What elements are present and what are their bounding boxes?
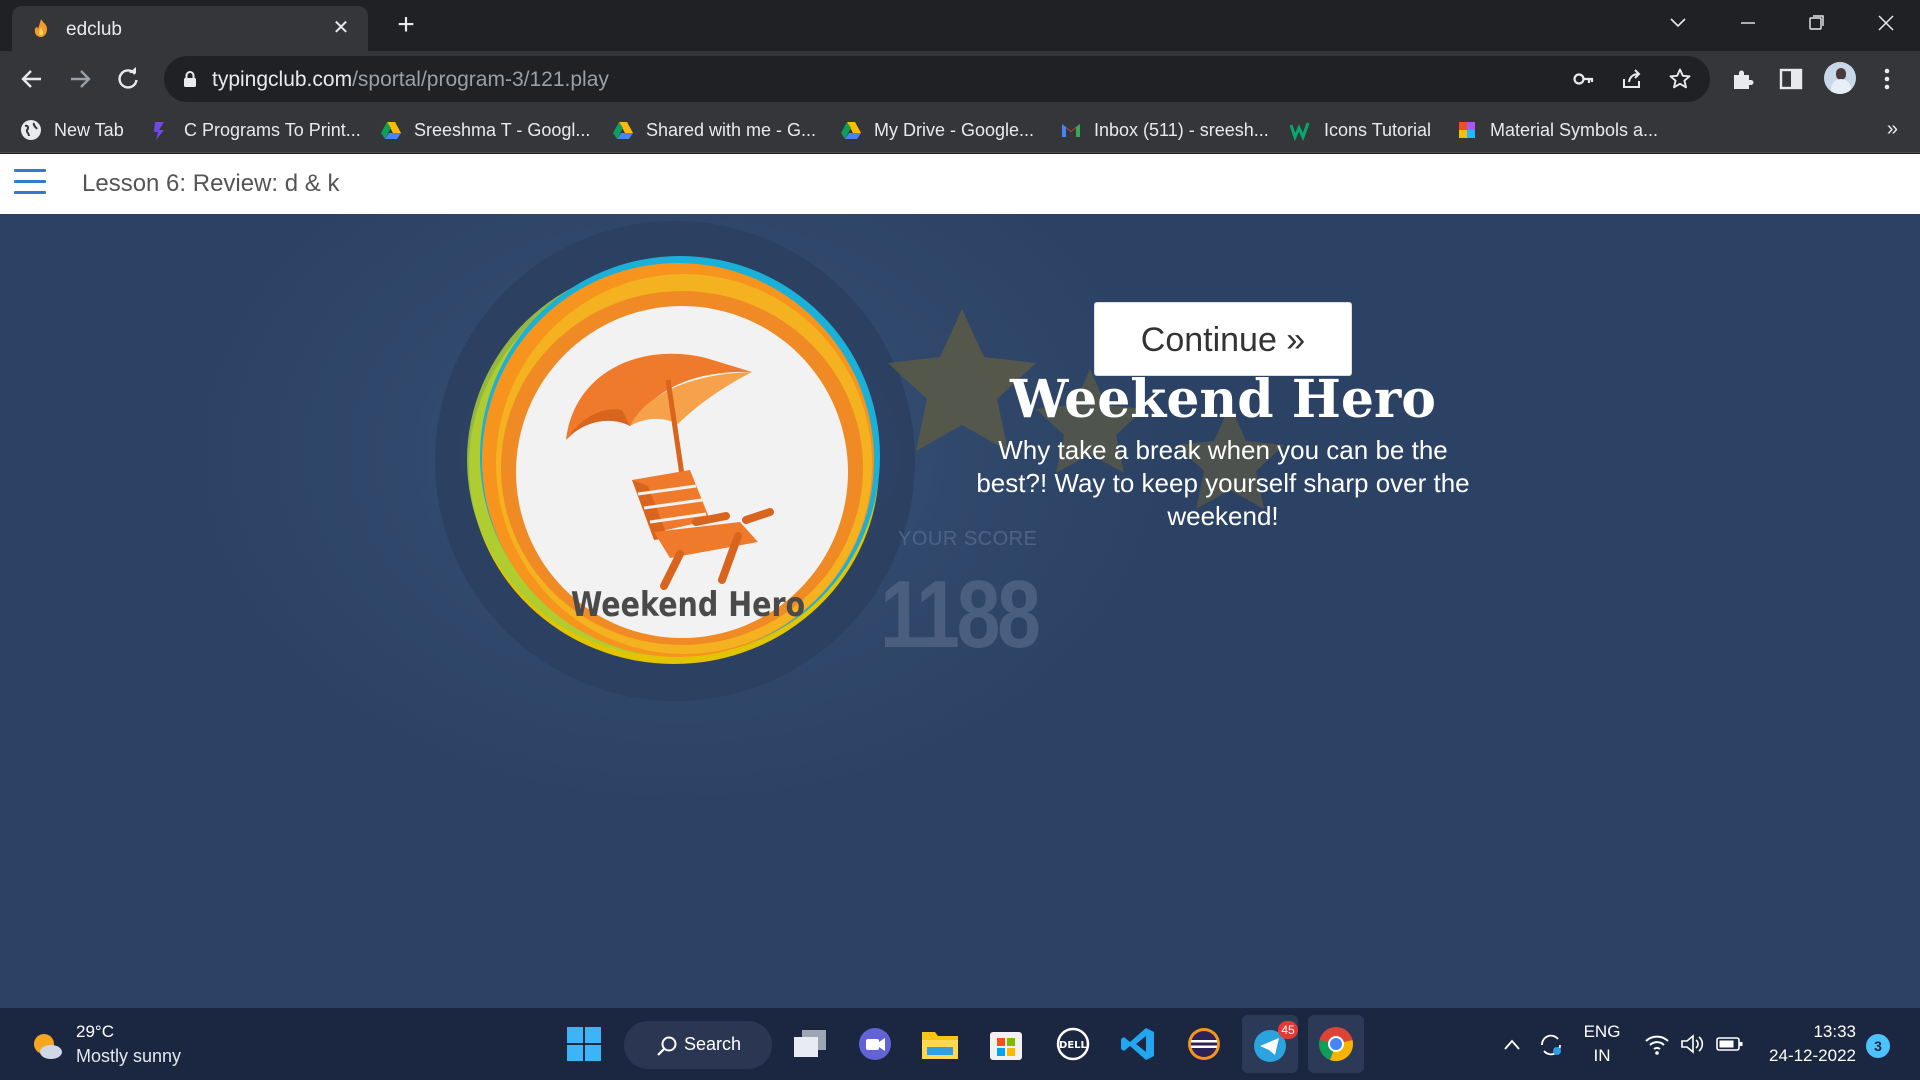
figma-icon: [1459, 122, 1475, 138]
lesson-title: Lesson 6: Review: d & k: [82, 170, 340, 197]
search-icon: [657, 1036, 677, 1056]
url-text: typingclub.com/sportal/program-3/121.pla…: [212, 68, 609, 91]
score-value: 1188: [880, 561, 1041, 668]
taskbar-search-button[interactable]: Search: [624, 1021, 772, 1069]
language-indicator-top[interactable]: ENG: [1580, 1022, 1624, 1042]
clock-time[interactable]: 13:33: [1754, 1022, 1856, 1042]
telegram-unread-badge: 45: [1278, 1021, 1298, 1039]
language-indicator-bottom[interactable]: IN: [1580, 1046, 1624, 1066]
chevron-up-icon[interactable]: [1502, 1035, 1522, 1055]
profile-avatar[interactable]: [1824, 62, 1856, 94]
bookmark-new-tab[interactable]: New Tab: [20, 117, 124, 143]
chrome-button[interactable]: [1308, 1015, 1364, 1073]
weekend-hero-badge: Weekend Hero: [435, 221, 915, 701]
edclub-favicon-icon: [34, 19, 47, 37]
folder-icon: [922, 1032, 958, 1059]
reload-icon: [118, 67, 138, 89]
lock-icon[interactable]: [180, 69, 200, 89]
eclipse-icon: [1188, 1028, 1220, 1060]
drive-icon: [381, 122, 401, 139]
partly-sunny-icon: [34, 1034, 62, 1059]
dell-logo-icon: DELL: [1056, 1027, 1090, 1061]
start-button[interactable]: [564, 1024, 604, 1064]
bookmark-icons-tutorial[interactable]: Icons Tutorial: [1290, 117, 1431, 143]
vscode-button[interactable]: [1118, 1024, 1158, 1064]
back-button[interactable]: [14, 61, 50, 97]
bookmark-p-icon: [154, 122, 164, 140]
tab-title: edclub: [66, 19, 122, 40]
battery-icon[interactable]: [1716, 1034, 1744, 1054]
taskbar-search-label: Search: [684, 1034, 742, 1054]
eclipse-button[interactable]: [1184, 1024, 1224, 1064]
more-menu-icon[interactable]: [1874, 66, 1900, 92]
microsoft-store-button[interactable]: [986, 1024, 1026, 1064]
svg-text:DELL: DELL: [1059, 1040, 1088, 1051]
clock-date[interactable]: 24-12-2022: [1754, 1046, 1856, 1066]
sync-icon[interactable]: [1538, 1032, 1564, 1058]
bookmark-sreeshma-drive[interactable]: Sreeshma T - Googl...: [380, 117, 590, 143]
minimize-icon[interactable]: [1728, 8, 1768, 38]
tab-search-icon[interactable]: [1658, 8, 1698, 38]
volume-icon[interactable]: [1680, 1032, 1706, 1056]
share-icon[interactable]: [1620, 67, 1644, 91]
gmail-icon: [1062, 124, 1080, 137]
bookmarks-bar: New Tab C Programs To Print... Sreeshma …: [0, 107, 1920, 153]
bookmark-c-programs[interactable]: C Programs To Print...: [150, 117, 361, 143]
restore-icon[interactable]: [1796, 8, 1836, 38]
windows-taskbar: 29°C Mostly sunny Search DELL 45 ENG IN …: [0, 1008, 1920, 1080]
globe-icon: [21, 120, 41, 140]
hamburger-menu-icon[interactable]: [14, 169, 46, 199]
drive-icon: [841, 122, 861, 139]
continue-button[interactable]: Continue »: [1094, 302, 1352, 376]
weather-temperature: 29°C: [76, 1022, 114, 1041]
w3-icon: [1290, 122, 1310, 141]
dell-app-button[interactable]: DELL: [1053, 1024, 1093, 1064]
wifi-icon[interactable]: [1644, 1032, 1670, 1056]
task-view-button[interactable]: [790, 1024, 830, 1064]
task-view-icon: [794, 1030, 826, 1057]
address-bar[interactable]: typingclub.com/sportal/program-3/121.pla…: [164, 56, 1710, 102]
new-tab-button[interactable]: +: [390, 10, 422, 42]
bookmark-my-drive[interactable]: My Drive - Google...: [840, 117, 1034, 143]
bookmark-shared-with-me[interactable]: Shared with me - G...: [612, 117, 816, 143]
bookmarks-overflow-button[interactable]: »: [1887, 118, 1898, 141]
achievement-title: Weekend Hero: [1009, 369, 1436, 430]
teams-chat-button[interactable]: [855, 1024, 895, 1064]
extensions-icon[interactable]: [1730, 66, 1756, 92]
reload-button[interactable]: [110, 61, 146, 97]
notification-count-badge[interactable]: 3: [1866, 1034, 1890, 1058]
star-icon[interactable]: [1668, 67, 1692, 91]
side-panel-icon[interactable]: [1778, 66, 1804, 92]
weather-description: Mostly sunny: [76, 1046, 182, 1066]
window-close-icon[interactable]: [1866, 8, 1906, 38]
forward-button[interactable]: [62, 61, 98, 97]
arrow-right-icon: [71, 70, 91, 88]
drive-icon: [613, 122, 633, 139]
store-icon: [990, 1032, 1022, 1060]
windows-logo-icon: [567, 1027, 601, 1061]
key-icon[interactable]: [1572, 67, 1596, 91]
arrow-left-icon: [21, 70, 41, 88]
browser-toolbar: typingclub.com/sportal/program-3/121.pla…: [0, 51, 1920, 107]
achievement-description: Why take a break when you can be the bes…: [976, 435, 1470, 531]
lesson-header: Lesson 6: Review: d & k: [0, 154, 1920, 214]
vscode-icon: [1121, 1028, 1154, 1060]
file-explorer-button[interactable]: [920, 1024, 960, 1064]
tab-close-icon[interactable]: ✕: [328, 15, 354, 41]
bookmark-material-symbols[interactable]: Material Symbols a...: [1456, 117, 1658, 143]
tab-strip: edclub ✕ +: [0, 0, 1920, 51]
telegram-button[interactable]: 45: [1242, 1015, 1298, 1073]
bookmark-gmail-inbox[interactable]: Inbox (511) - sreesh...: [1060, 117, 1269, 143]
browser-tab[interactable]: edclub ✕: [12, 6, 368, 51]
badge-label: Weekend Hero: [571, 586, 805, 625]
badge-stage: Weekend Hero YOUR SCORE 1188 Continue » …: [0, 214, 1920, 1008]
chrome-icon: [1318, 1027, 1354, 1062]
video-chat-icon: [859, 1028, 891, 1060]
